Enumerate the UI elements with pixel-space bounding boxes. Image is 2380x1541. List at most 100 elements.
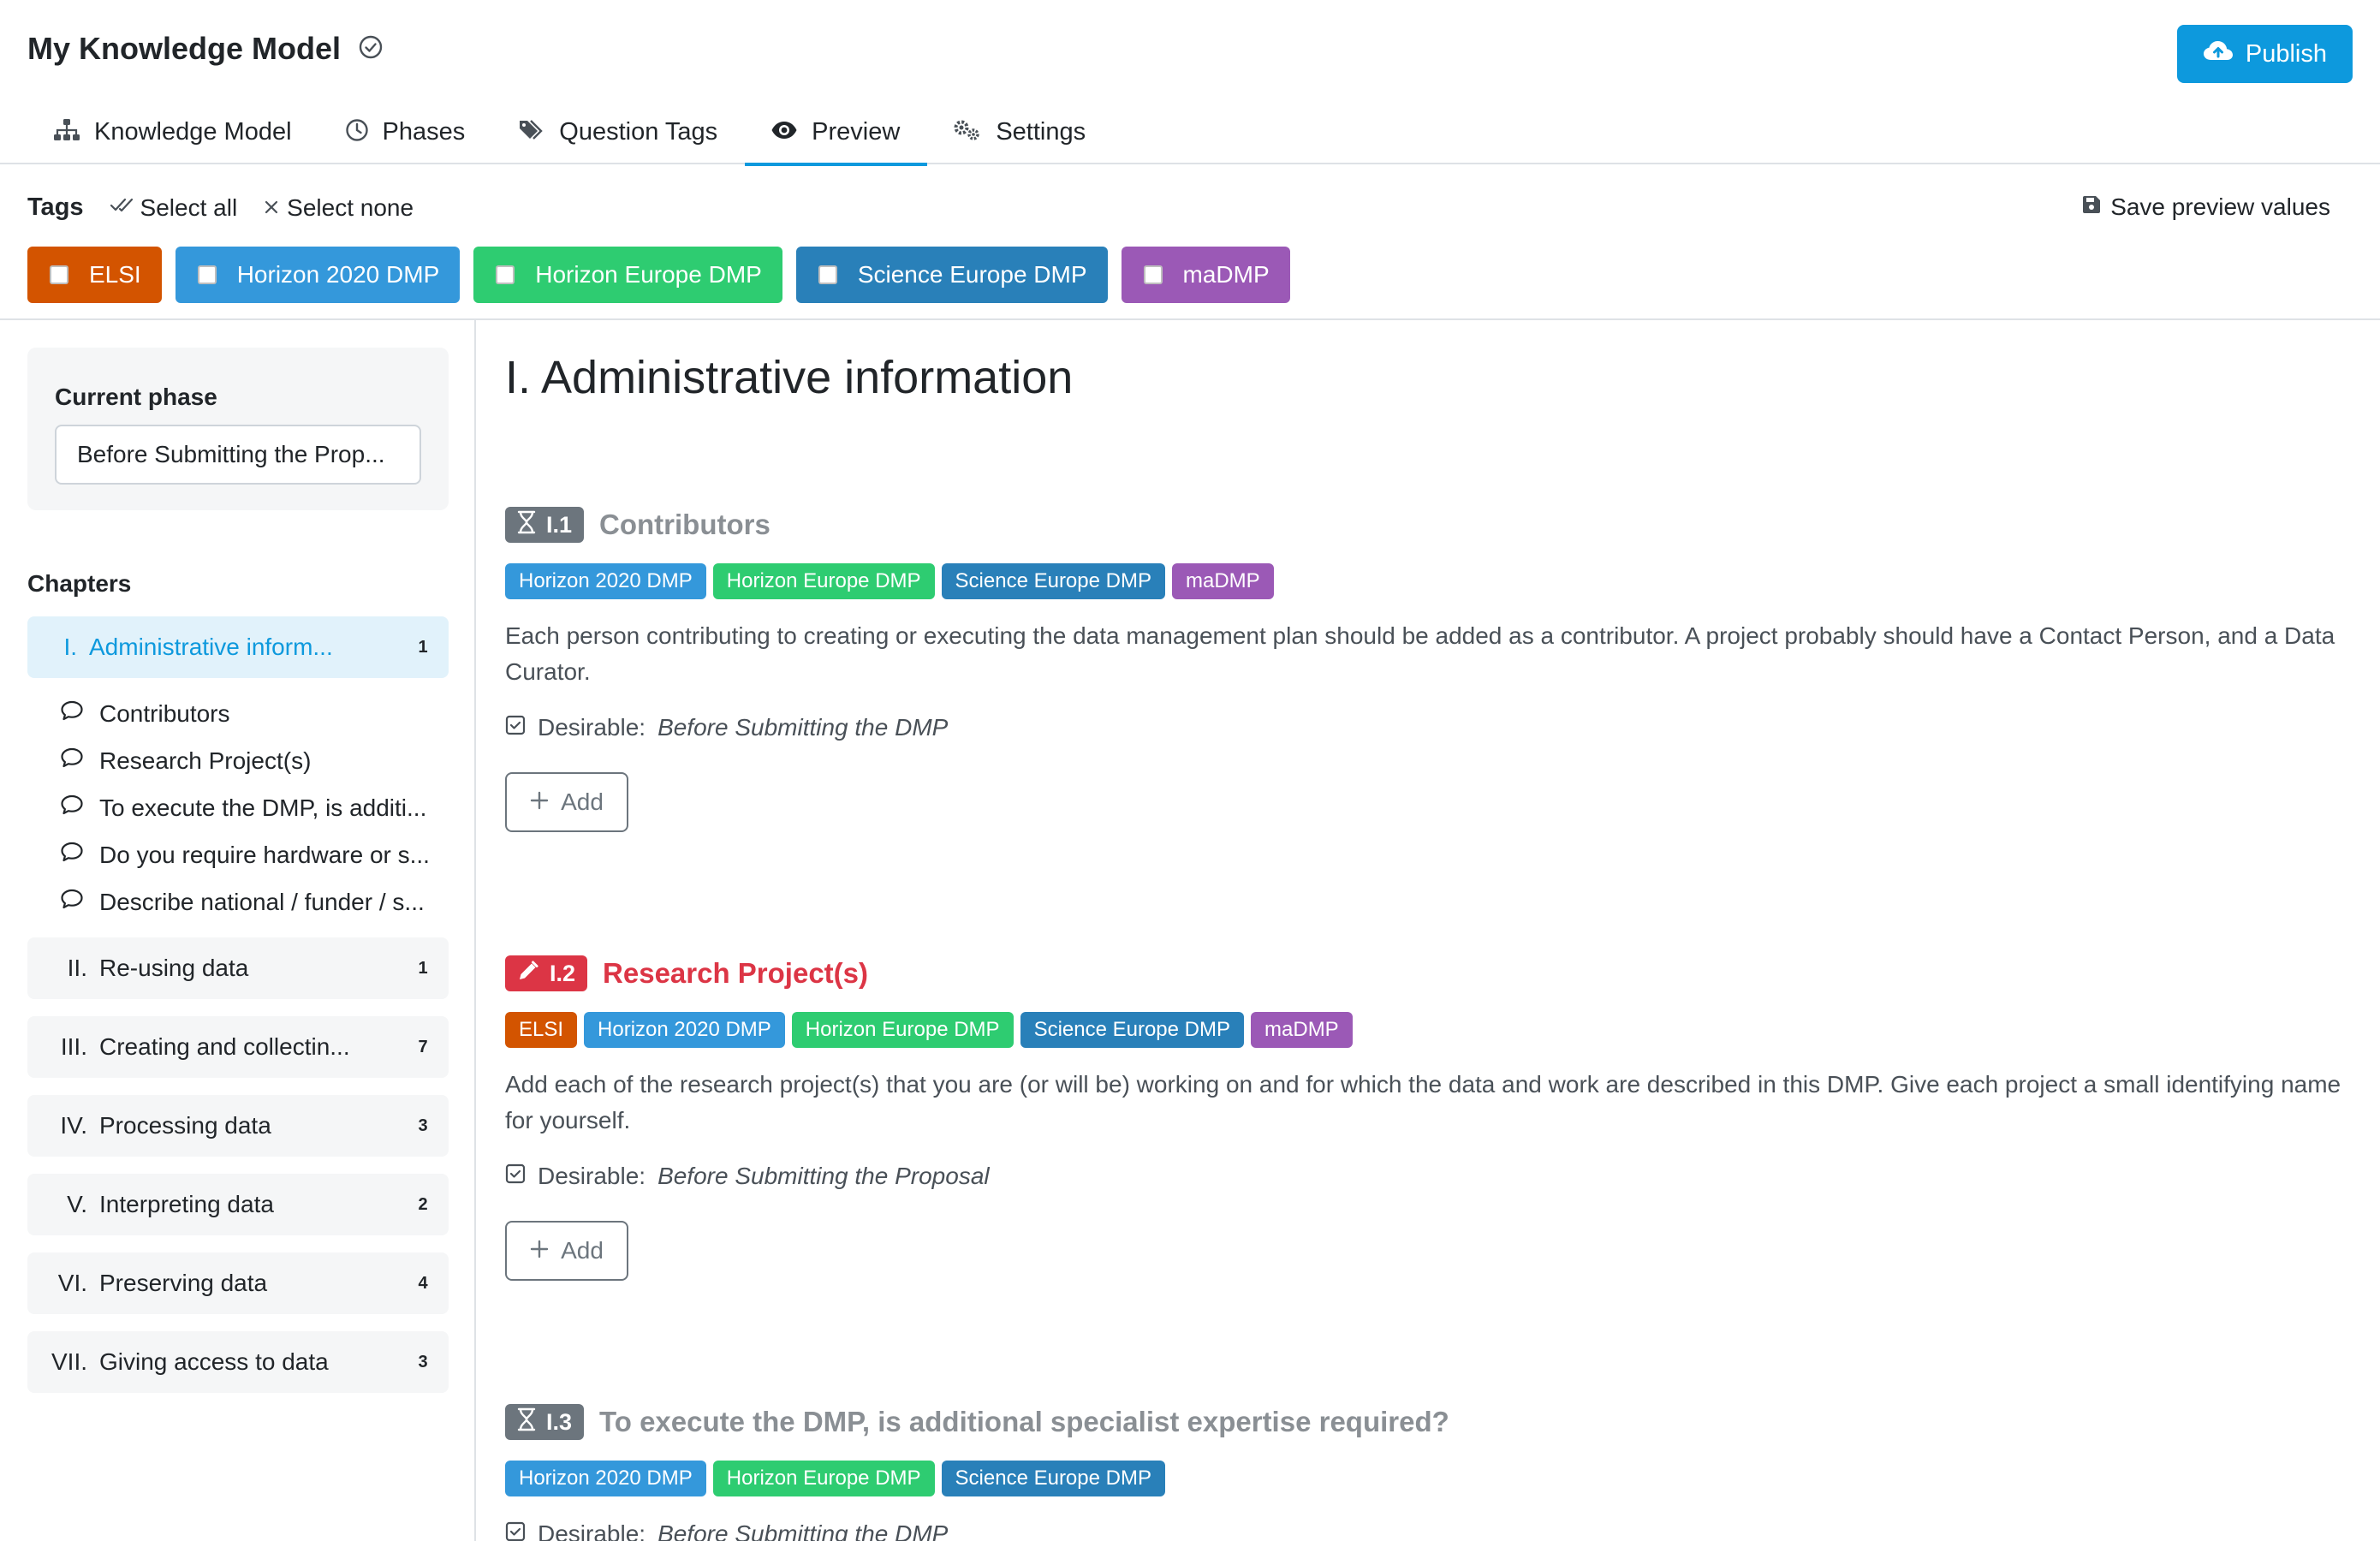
add-item-button[interactable]: Add [505, 772, 628, 832]
chapter-item[interactable]: VI. Preserving data 4 [27, 1252, 449, 1314]
question-tag: maDMP [1171, 563, 1274, 599]
chapter-number: V. [67, 1191, 87, 1217]
question-link-label: Describe national / funder / s... [99, 888, 425, 915]
tag-chip-label: maDMP [1182, 261, 1270, 288]
chapter-count: 1 [418, 637, 428, 657]
question-tag: Science Europe DMP [1020, 1012, 1245, 1048]
chapter-name: Creating and collectin... [99, 1033, 350, 1060]
comment-icon [60, 794, 84, 822]
chapter-name: Giving access to data [99, 1348, 329, 1375]
checkbox[interactable] [496, 265, 515, 284]
tag-chip-science-europe-dmp[interactable]: Science Europe DMP [795, 247, 1108, 303]
chapter-item[interactable]: V. Interpreting data 2 [27, 1174, 449, 1235]
question-tag: maDMP [1251, 1012, 1353, 1048]
tab-label: Knowledge Model [94, 118, 292, 146]
question-number-badge: I.1 [505, 507, 585, 543]
chapter-count: 3 [418, 1116, 428, 1135]
desirable-label: Desirable: [538, 1520, 646, 1541]
question-link-label: Contributors [99, 699, 230, 727]
add-label: Add [561, 1237, 604, 1264]
chapter-item[interactable]: III. Creating and collectin... 7 [27, 1016, 449, 1078]
checkbox-checked-icon [505, 714, 526, 741]
tag-chip-elsi[interactable]: ELSI [27, 247, 162, 303]
chapter-item[interactable]: VII. Giving access to data 3 [27, 1331, 449, 1393]
desirable-label: Desirable: [538, 1163, 646, 1189]
select-none-label: Select none [287, 193, 414, 221]
desirable-phase-name: Before Submitting the DMP [657, 714, 949, 741]
chapter-item[interactable]: I. Administrative inform... 1 [27, 616, 449, 678]
save-values-label: Save preview values [2110, 193, 2330, 220]
sitemap-icon [53, 118, 80, 149]
chapter-number: I. [63, 634, 77, 660]
question-card: I.1 Contributors Horizon 2020 DMP Horizo… [505, 507, 2363, 832]
chapter-name: Re-using data [99, 955, 249, 981]
checkbox[interactable] [50, 265, 68, 284]
question-tag: Horizon Europe DMP [791, 1012, 1014, 1048]
chapter-item[interactable]: IV. Processing data 3 [27, 1095, 449, 1157]
checkbox-checked-icon [505, 1163, 526, 1190]
question-link[interactable]: Contributors [27, 690, 449, 737]
chapter-count: 3 [418, 1352, 428, 1371]
question-link[interactable]: Do you require hardware or s... [27, 831, 449, 878]
question-link-label: Research Project(s) [99, 747, 312, 774]
check-circle-icon [358, 34, 384, 64]
desirable-label: Desirable: [538, 714, 646, 741]
checkbox[interactable] [818, 265, 837, 284]
question-link[interactable]: Describe national / funder / s... [27, 878, 449, 925]
question-link[interactable]: Research Project(s) [27, 737, 449, 784]
chapter-name: Preserving data [99, 1270, 268, 1296]
clock-icon [345, 118, 369, 149]
preview-content: I. Administrative information I.1 Contri… [478, 320, 2380, 1541]
chapter-name: Processing data [99, 1112, 271, 1139]
add-item-button[interactable]: Add [505, 1221, 628, 1281]
current-phase-select[interactable]: Before Submitting the Prop... [55, 425, 421, 485]
tag-chip-label: Horizon Europe DMP [535, 261, 762, 288]
chapter-number: VI. [57, 1270, 87, 1296]
app-header: My Knowledge Model Publish Knowledge Mod… [0, 0, 2380, 166]
desirable-phase-name: Before Submitting the DMP [657, 1520, 949, 1541]
current-phase-card: Current phase Before Submitting the Prop… [27, 348, 449, 510]
save-preview-values-button[interactable]: Save preview values [2081, 193, 2330, 221]
question-number: I.3 [546, 1408, 573, 1435]
tab-settings[interactable]: Settings [927, 111, 1113, 164]
tags-icon [518, 118, 545, 149]
chapter-title: I. Administrative information [505, 352, 1074, 403]
chapter-number: VII. [51, 1348, 87, 1375]
plus-icon [530, 1237, 549, 1264]
tag-chip-horizon-europe-dmp[interactable]: Horizon Europe DMP [473, 247, 782, 303]
tab-phases[interactable]: Phases [319, 111, 493, 164]
question-tag: Science Europe DMP [941, 563, 1165, 599]
comment-icon [60, 699, 84, 728]
tab-label: Preview [812, 118, 901, 146]
save-icon [2081, 193, 2102, 221]
tab-label: Settings [996, 118, 1086, 146]
tab-bar: Knowledge Model Phases Question Tags Pre… [27, 111, 1113, 166]
tab-question-tags[interactable]: Question Tags [492, 111, 745, 164]
tag-chip-label: Horizon 2020 DMP [236, 261, 440, 288]
question-tag: Science Europe DMP [941, 1461, 1165, 1496]
select-none-button[interactable]: Select none [263, 194, 414, 222]
question-link-label: Do you require hardware or s... [99, 841, 430, 868]
question-link[interactable]: To execute the DMP, is additi... [27, 784, 449, 831]
checkbox[interactable] [1143, 265, 1163, 284]
question-number: I.1 [546, 511, 573, 538]
tag-chip-madmp[interactable]: maDMP [1121, 247, 1290, 303]
tag-chip-horizon-2020-dmp[interactable]: Horizon 2020 DMP [175, 247, 461, 303]
add-label: Add [561, 788, 604, 815]
question-tag: Horizon Europe DMP [712, 563, 935, 599]
chapter-number: III. [60, 1033, 87, 1060]
chapter-name: Interpreting data [99, 1191, 274, 1217]
question-tag: Horizon 2020 DMP [505, 563, 706, 599]
chapter-count: 2 [418, 1194, 428, 1214]
question-tag-list: Horizon 2020 DMP Horizon Europe DMP Scie… [505, 1461, 2363, 1496]
app-title: My Knowledge Model [27, 31, 384, 67]
select-all-button[interactable]: Select all [110, 194, 237, 222]
publish-button[interactable]: Publish [2176, 25, 2353, 83]
tab-preview[interactable]: Preview [745, 111, 928, 166]
comment-icon [60, 747, 84, 775]
tab-knowledge-model[interactable]: Knowledge Model [27, 111, 319, 164]
chapter-item[interactable]: II. Re-using data 1 [27, 937, 449, 999]
current-phase-label: Current phase [55, 384, 217, 410]
chapter-number: IV. [60, 1112, 87, 1139]
checkbox[interactable] [197, 265, 217, 284]
